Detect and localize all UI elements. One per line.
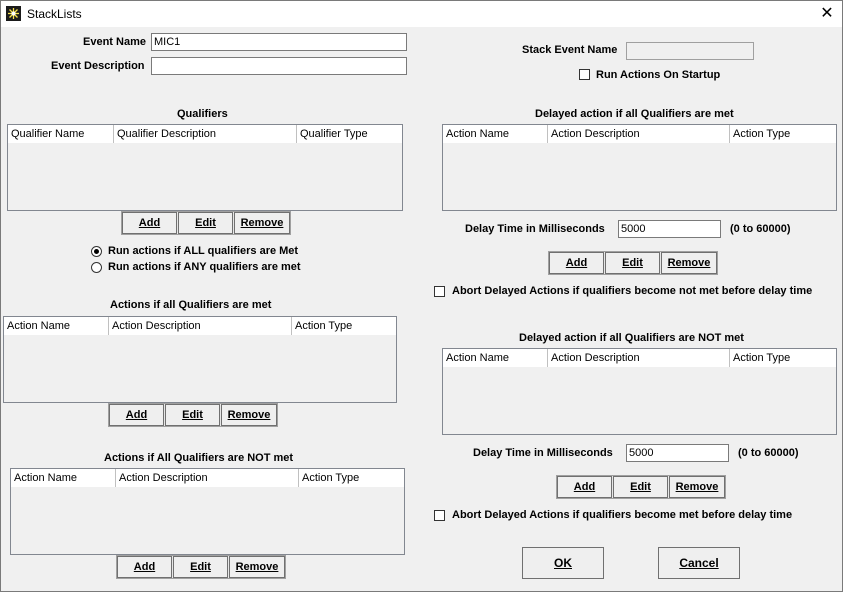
actions-not-met-grid-body[interactable] [11, 487, 404, 554]
delayed-not-met-title: Delayed action if all Qualifiers are NOT… [519, 332, 744, 344]
event-name-input[interactable]: MIC1 [151, 33, 407, 51]
event-description-label: Event Description [51, 60, 145, 72]
delay-time-input-2[interactable]: 5000 [626, 444, 729, 462]
delayed-met-title: Delayed action if all Qualifiers are met [535, 108, 734, 120]
column-header[interactable]: Action Description [548, 349, 730, 367]
delayed-met-edit-button[interactable]: Edit [605, 252, 660, 274]
title-bar: StackLists ✕ [1, 1, 842, 27]
qualifiers-grid[interactable]: Qualifier Name Qualifier Description Qua… [7, 124, 403, 211]
delay-range-hint: (0 to 60000) [730, 223, 791, 235]
delayed-not-met-grid-body[interactable] [443, 367, 836, 434]
actions-not-met-edit-button[interactable]: Edit [173, 556, 228, 578]
actions-met-grid[interactable]: Action Name Action Description Action Ty… [3, 316, 397, 403]
column-header[interactable]: Qualifier Description [114, 125, 297, 143]
column-header[interactable]: Action Name [4, 317, 109, 335]
actions-not-met-add-button[interactable]: Add [117, 556, 172, 578]
abort-delayed-met-label: Abort Delayed Actions if qualifiers beco… [452, 285, 813, 297]
column-header[interactable]: Action Type [730, 125, 836, 143]
actions-met-remove-button[interactable]: Remove [221, 404, 277, 426]
run-all-label: Run actions if ALL qualifiers are Met [108, 245, 299, 257]
column-header[interactable]: Action Type [292, 317, 396, 335]
delayed-not-met-edit-button[interactable]: Edit [613, 476, 668, 498]
stacklists-window: StackLists ✕ Event Name MIC1 Event Descr… [0, 0, 843, 592]
actions-not-met-title: Actions if All Qualifiers are NOT met [104, 452, 294, 464]
cancel-button[interactable]: Cancel [658, 547, 740, 579]
qualifiers-remove-button[interactable]: Remove [234, 212, 290, 234]
delayed-met-add-button[interactable]: Add [549, 252, 604, 274]
column-header[interactable]: Action Name [443, 125, 548, 143]
column-header[interactable]: Action Description [548, 125, 730, 143]
column-header[interactable]: Action Type [299, 469, 404, 487]
delayed-not-met-remove-button[interactable]: Remove [669, 476, 725, 498]
delayed-met-remove-button[interactable]: Remove [661, 252, 717, 274]
actions-met-title: Actions if all Qualifiers are met [110, 299, 272, 311]
stack-event-name-label: Stack Event Name [522, 44, 618, 56]
column-header[interactable]: Action Name [443, 349, 548, 367]
abort-delayed-met-checkbox[interactable] [434, 286, 445, 297]
run-all-radio[interactable] [91, 246, 102, 257]
abort-delayed-not-met-checkbox[interactable] [434, 510, 445, 521]
qualifiers-add-button[interactable]: Add [122, 212, 177, 234]
actions-met-grid-header: Action Name Action Description Action Ty… [4, 317, 396, 336]
abort-delayed-not-met-label: Abort Delayed Actions if qualifiers beco… [452, 509, 793, 521]
actions-met-grid-body[interactable] [4, 335, 396, 402]
actions-not-met-grid-header: Action Name Action Description Action Ty… [11, 469, 404, 488]
actions-met-edit-button[interactable]: Edit [165, 404, 220, 426]
delayed-met-grid[interactable]: Action Name Action Description Action Ty… [442, 124, 837, 211]
column-header[interactable]: Action Description [116, 469, 299, 487]
column-header[interactable]: Action Type [730, 349, 836, 367]
delayed-met-grid-header: Action Name Action Description Action Ty… [443, 125, 836, 144]
qualifiers-grid-header: Qualifier Name Qualifier Description Qua… [8, 125, 402, 144]
run-any-radio[interactable] [91, 262, 102, 273]
ok-button[interactable]: OK [522, 547, 604, 579]
actions-not-met-grid[interactable]: Action Name Action Description Action Ty… [10, 468, 405, 555]
run-on-startup-label: Run Actions On Startup [596, 69, 721, 81]
delayed-not-met-add-button[interactable]: Add [557, 476, 612, 498]
delay-time-label: Delay Time in Milliseconds [465, 223, 605, 235]
delay-range-hint-2: (0 to 60000) [738, 447, 799, 459]
delayed-met-grid-body[interactable] [443, 143, 836, 210]
column-header[interactable]: Qualifier Name [8, 125, 114, 143]
column-header[interactable]: Qualifier Type [297, 125, 402, 143]
app-icon [6, 6, 21, 21]
column-header[interactable]: Action Description [109, 317, 292, 335]
delayed-not-met-grid[interactable]: Action Name Action Description Action Ty… [442, 348, 837, 435]
delay-time-input[interactable]: 5000 [618, 220, 721, 238]
column-header[interactable]: Action Name [11, 469, 116, 487]
window-title: StackLists [27, 7, 82, 21]
qualifiers-edit-button[interactable]: Edit [178, 212, 233, 234]
delayed-not-met-grid-header: Action Name Action Description Action Ty… [443, 349, 836, 368]
qualifiers-title: Qualifiers [177, 108, 228, 120]
event-name-label: Event Name [83, 36, 146, 48]
qualifiers-grid-body[interactable] [8, 143, 402, 210]
delay-time-label-2: Delay Time in Milliseconds [473, 447, 613, 459]
event-description-input[interactable] [151, 57, 407, 75]
close-icon[interactable]: ✕ [813, 2, 841, 26]
run-any-label: Run actions if ANY qualifiers are met [108, 261, 301, 273]
run-on-startup-checkbox[interactable] [579, 69, 590, 80]
actions-met-add-button[interactable]: Add [109, 404, 164, 426]
actions-not-met-remove-button[interactable]: Remove [229, 556, 285, 578]
stack-event-name-input [626, 42, 754, 60]
